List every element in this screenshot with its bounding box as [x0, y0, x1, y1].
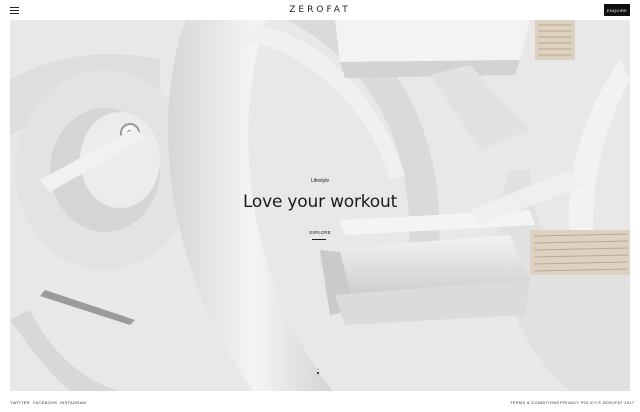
terms-link[interactable]: TERMS & CONDITIONS [510, 400, 559, 405]
hero-category-label: Lifestyle [310, 178, 330, 184]
hero-banner: Lifestyle Love your workout EXPLORE [10, 20, 630, 391]
copyright-text: © ZEROFAT 2017 [598, 400, 635, 405]
facebook-link[interactable]: FACEBOOK [33, 400, 57, 405]
hero-title: Love your workout [242, 192, 398, 212]
explore-link[interactable]: EXPLORE [308, 230, 332, 235]
slide-indicator-1[interactable] [317, 368, 319, 370]
site-logo[interactable]: ZEROFAT [0, 5, 640, 15]
instagram-link[interactable]: INSTAGRAM [60, 400, 86, 405]
enquire-button[interactable]: ENQUIRE [604, 4, 630, 16]
site-header: ZEROFAT ENQUIRE [0, 0, 640, 20]
site-footer: TWITTER FACEBOOK INSTAGRAM TERMS & CONDI… [0, 391, 640, 412]
explore-underline [312, 239, 326, 240]
hero-content: Lifestyle Love your workout EXPLORE [10, 20, 630, 391]
twitter-link[interactable]: TWITTER [10, 400, 30, 405]
privacy-link[interactable]: PRIVACY POLICY [560, 400, 597, 405]
slide-indicator-2-active[interactable] [317, 372, 319, 374]
